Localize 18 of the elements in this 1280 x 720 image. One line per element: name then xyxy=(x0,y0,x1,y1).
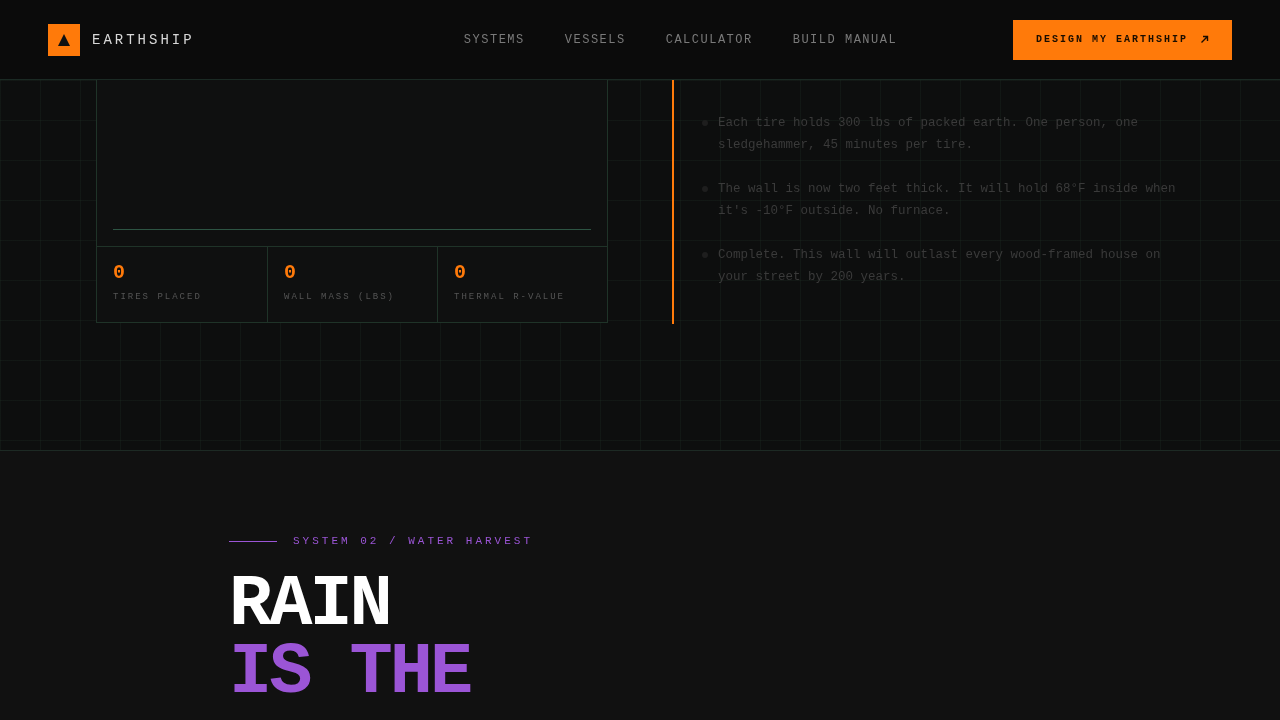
triangle-icon xyxy=(58,33,70,46)
stat-value: 0 xyxy=(454,261,467,284)
nav-link[interactable]: BUILD MANUAL xyxy=(792,32,898,47)
section-eyebrow: SYSTEM 02 / WATER HARVEST xyxy=(293,535,534,547)
stat-value: 0 xyxy=(284,261,297,284)
stat-label: WALL MASS (LBS) xyxy=(284,292,396,302)
stat-label: THERMAL R-VALUE xyxy=(454,292,566,302)
section-heading: RAIN xyxy=(229,571,390,639)
design-button[interactable]: DESIGN MY EARTHSHIP xyxy=(1013,19,1232,60)
arrow-up-right-icon xyxy=(1200,35,1209,44)
stat-label: TIRES PLACED xyxy=(113,292,203,302)
brand-name[interactable]: EARTHSHIP xyxy=(92,31,195,48)
nav-link[interactable]: SYSTEMS xyxy=(463,32,525,47)
stat-value: 0 xyxy=(113,261,126,284)
nav-link[interactable]: VESSELS xyxy=(564,32,626,47)
section-heading: IS THE xyxy=(229,639,472,707)
nav-link[interactable]: CALCULATOR xyxy=(665,32,753,47)
logo-mark[interactable] xyxy=(48,23,80,56)
